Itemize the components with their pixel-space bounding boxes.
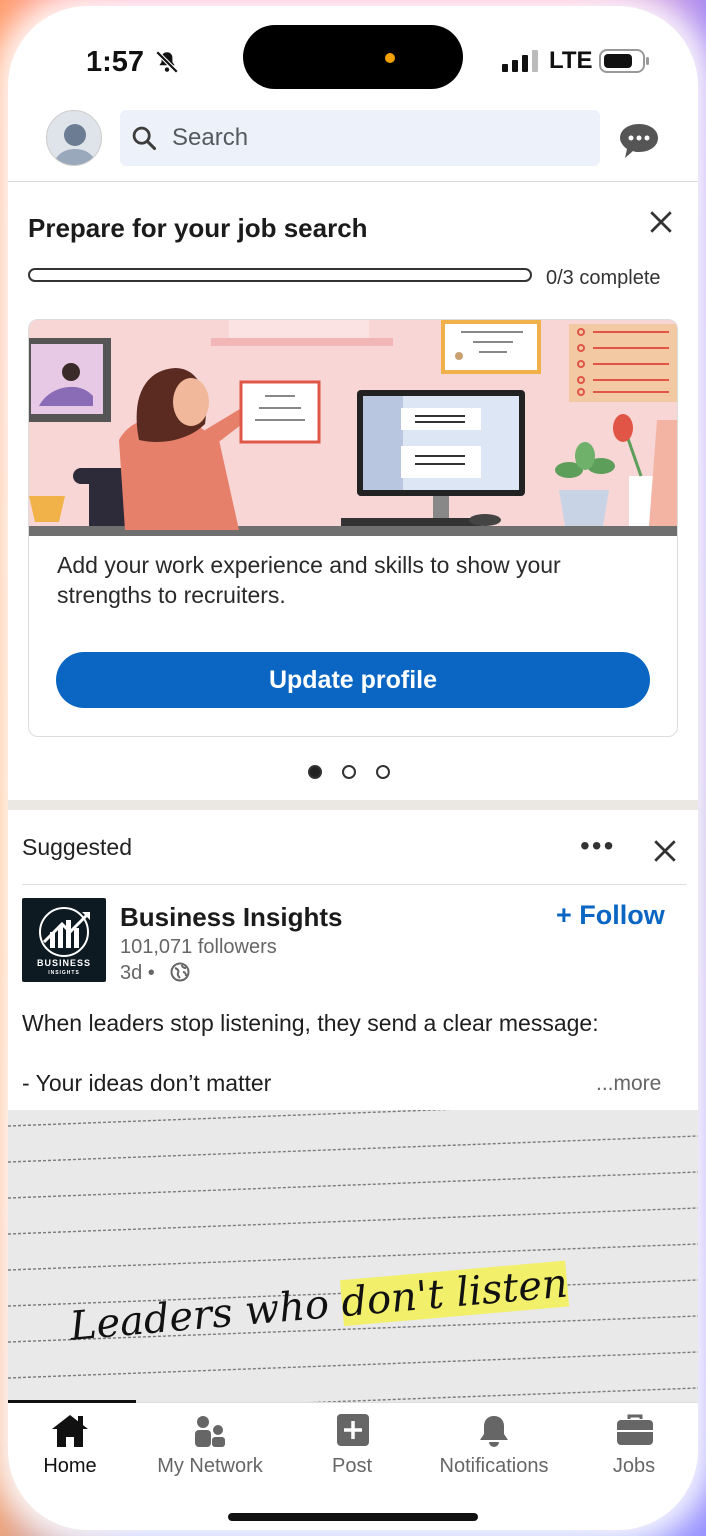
post-text-line: - Your ideas don’t matter [22, 1070, 272, 1096]
messaging-icon[interactable] [618, 122, 660, 162]
carousel-pagination [308, 763, 410, 781]
close-icon[interactable] [648, 209, 674, 235]
dismiss-post-icon[interactable] [652, 838, 678, 864]
phone-screen: 1:57 LTE Search Prepare for your job sea… [8, 6, 698, 1530]
home-indicator [228, 1513, 478, 1521]
briefcase-icon [617, 1414, 653, 1445]
follow-button[interactable]: + Follow [556, 900, 665, 931]
status-bar: 1:57 LTE [8, 6, 698, 106]
home-icon [52, 1415, 88, 1447]
network-icon [195, 1416, 225, 1447]
clock: 1:57 [86, 46, 145, 78]
signal-icon [502, 50, 538, 72]
progress-text: 0/3 complete [546, 267, 661, 289]
see-more-link[interactable]: ...more [596, 1072, 661, 1096]
divider [22, 884, 686, 885]
post-text-line: When leaders stop listening, they send a… [22, 1010, 599, 1036]
lined-paper [8, 1110, 698, 1402]
module-title: Prepare for your job search [28, 213, 368, 243]
tab-jobs[interactable]: Jobs [584, 1403, 684, 1493]
section-divider [8, 800, 698, 810]
author-name[interactable]: Business Insights [120, 902, 343, 933]
network-label: LTE [549, 47, 593, 74]
user-silhouette-icon [53, 124, 97, 165]
tab-home[interactable]: Home [8, 1403, 132, 1493]
pagination-dot[interactable] [342, 764, 356, 779]
illustration [29, 320, 677, 536]
logo-text-bottom: INSIGHTS [48, 970, 80, 976]
search-placeholder: Search [172, 124, 249, 151]
globe-icon [170, 962, 190, 982]
more-options-icon[interactable]: ••• [580, 830, 615, 862]
search-bar[interactable]: Search [120, 110, 600, 166]
dynamic-island [243, 25, 463, 89]
pagination-dot[interactable] [376, 764, 390, 779]
post-image[interactable]: Leaders who don't listen [8, 1110, 698, 1402]
pagination-dot[interactable] [308, 764, 322, 779]
avatar[interactable] [46, 110, 102, 166]
follower-count: 101,071 followers [120, 936, 277, 958]
onboarding-card: Add your work experience and skills to s… [28, 319, 678, 737]
battery-icon [599, 49, 649, 73]
company-logo[interactable]: BUSINESS INSIGHTS [22, 898, 106, 982]
top-bar: Search [8, 106, 698, 182]
update-profile-button[interactable]: Update profile [56, 652, 650, 708]
search-icon [132, 126, 157, 151]
bell-muted-icon [155, 50, 179, 74]
tab-notifications[interactable]: Notifications [426, 1403, 562, 1493]
card-description: Add your work experience and skills to s… [57, 552, 561, 608]
tab-post[interactable]: Post [298, 1403, 406, 1493]
feed-post: Suggested ••• BUSINESS INSIGHTS Business… [8, 810, 698, 1110]
progress-bar [28, 268, 532, 282]
post-icon [337, 1414, 369, 1446]
post-time: 3d • [120, 962, 155, 984]
job-search-module: Prepare for your job search 0/3 complete [8, 183, 698, 800]
logo-text-top: BUSINESS [36, 958, 91, 968]
bell-icon [480, 1416, 508, 1447]
bottom-navigation: Home My Network Post Notifications Jobs [8, 1400, 698, 1530]
suggested-label: Suggested [22, 834, 132, 860]
tab-my-network[interactable]: My Network [144, 1403, 276, 1493]
